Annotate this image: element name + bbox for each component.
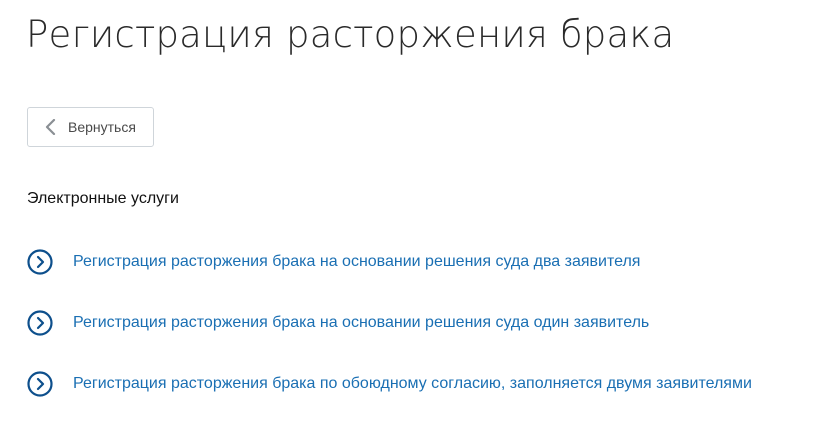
service-link[interactable]: Регистрация расторжения брака на основан… <box>73 313 649 333</box>
service-item[interactable]: Регистрация расторжения брака на основан… <box>27 308 752 338</box>
chevron-left-icon <box>45 119 57 135</box>
page: Регистрация расторжения брака Вернуться … <box>0 0 813 426</box>
circle-chevron-right-icon[interactable] <box>27 310 53 336</box>
services-list: Регистрация расторжения брака на основан… <box>27 247 752 426</box>
back-button-label: Вернуться <box>68 119 136 135</box>
circle-chevron-right-icon[interactable] <box>27 371 53 397</box>
circle-chevron-right-icon[interactable] <box>27 249 53 275</box>
service-item[interactable]: Регистрация расторжения брака по обоюдно… <box>27 369 752 399</box>
service-item[interactable]: Регистрация расторжения брака на основан… <box>27 247 752 277</box>
back-button[interactable]: Вернуться <box>27 107 154 147</box>
section-heading: Электронные услуги <box>27 190 179 207</box>
page-title: Регистрация расторжения брака <box>26 13 675 56</box>
service-link[interactable]: Регистрация расторжения брака на основан… <box>73 252 640 272</box>
service-link[interactable]: Регистрация расторжения брака по обоюдно… <box>73 374 752 394</box>
